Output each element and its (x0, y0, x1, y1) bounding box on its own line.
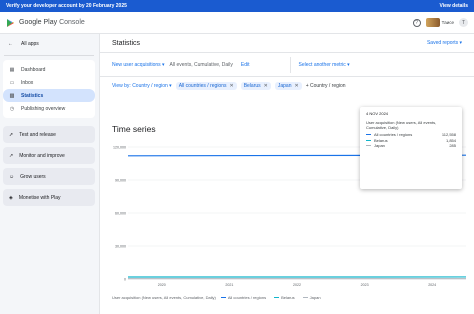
main-content: Statistics Saved reports ▾ New user acqu… (99, 34, 474, 314)
legend-label: Belarus (281, 295, 295, 300)
legend-metric-label: User acquisition (New users, All events,… (112, 295, 216, 300)
users-icon: ☺ (9, 173, 15, 180)
account-image (425, 18, 440, 27)
avatar[interactable]: T (459, 18, 468, 27)
legend-item[interactable]: Belarus (274, 295, 295, 300)
sidebar-item-inbox[interactable]: ▭ Inbox (3, 76, 95, 89)
legend-item[interactable]: All countries / regions (220, 295, 267, 300)
app-nav: ▦ Dashboard ▭ Inbox ▥ Statistics ◷ Publi… (3, 60, 95, 118)
chart-tooltip: 4 NOV 2024 User acquisition (New users, … (360, 107, 462, 189)
product-name: Google Play (19, 19, 58, 26)
sidebar-section-test-and-release[interactable]: ➚ Test and release (3, 126, 95, 143)
x-tick-label: 2022 (293, 283, 301, 287)
sidebar-item-dashboard[interactable]: ▦ Dashboard (3, 63, 95, 76)
tag-icon: ◈ (9, 194, 13, 201)
view-details-link[interactable]: View details (439, 3, 468, 9)
sidebar-section-monetise[interactable]: ◈ Monetise with Play (3, 189, 95, 206)
legend-swatch (274, 297, 280, 298)
trend-icon: ↗ (9, 152, 14, 159)
sidebar-item-statistics[interactable]: ▥ Statistics (3, 89, 95, 102)
product-suffix: Console (59, 19, 85, 26)
x-tick-label: 2024 (428, 283, 436, 287)
sidebar-section-monitor-and-improve[interactable]: ↗ Monitor and improve (3, 147, 95, 164)
divider (4, 55, 94, 56)
dashboard-icon: ▦ (9, 66, 15, 73)
legend-swatch (302, 297, 308, 298)
sidebar-section-grow-users[interactable]: ☺ Grow users (3, 168, 95, 185)
all-apps-link[interactable]: ← All apps (0, 37, 98, 51)
x-tick-label: 2021 (225, 283, 233, 287)
account-switcher[interactable]: Таисе (425, 18, 454, 27)
help-icon[interactable]: ? (412, 18, 421, 27)
top-bar: Google Play Console ? Таисе T (0, 12, 474, 34)
legend-swatch (220, 297, 226, 298)
publish-icon: ◷ (9, 105, 15, 112)
all-apps-label: All apps (21, 41, 39, 47)
sidebar-item-publishing-overview[interactable]: ◷ Publishing overview (3, 102, 95, 115)
bar-chart-icon: ▥ (9, 92, 15, 99)
x-tick-label: 2023 (361, 283, 369, 287)
rocket-icon: ➚ (9, 131, 14, 138)
play-logo-icon (7, 18, 14, 27)
inbox-icon: ▭ (9, 79, 15, 86)
arrow-back-icon: ← (8, 41, 13, 47)
tooltip-date: 4 NOV 2024 (366, 111, 389, 116)
verification-banner: Verify your developer account by 20 Febr… (0, 0, 474, 12)
tooltip-row: Japan 285 (366, 143, 456, 149)
play-console-logo[interactable]: Google Play Console (6, 18, 85, 28)
y-tick-label: 30,000 (115, 244, 126, 248)
y-tick-label: 60,000 (115, 211, 126, 215)
chart-legend: User acquisition (New users, All events,… (112, 295, 321, 300)
y-tick-label: 90,000 (115, 178, 126, 182)
legend-label: Japan (309, 295, 321, 300)
sidebar: ← All apps ▦ Dashboard ▭ Inbox ▥ Statist… (0, 34, 98, 314)
tooltip-metric: User acquisition (New users, All events,… (366, 120, 437, 130)
legend-label: All countries / regions (227, 295, 267, 300)
legend-item[interactable]: Japan (302, 295, 321, 300)
y-tick-label: 120,000 (113, 145, 126, 149)
banner-message: Verify your developer account by 20 Febr… (6, 3, 127, 9)
x-tick-label: 2020 (158, 283, 166, 287)
y-tick-label: 0 (124, 277, 126, 281)
account-name: Таисе (441, 20, 454, 25)
